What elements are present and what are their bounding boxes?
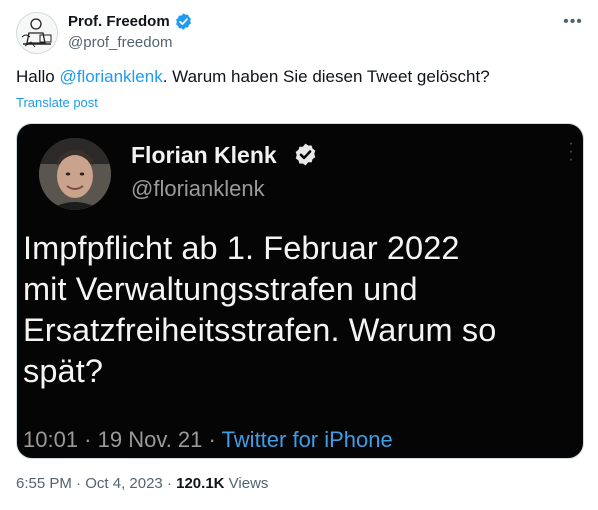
embedded-tweet-meta: 10:01 · 19 Nov. 21 · Twitter for iPhone: [23, 427, 393, 453]
embedded-date: 19 Nov. 21: [97, 427, 203, 452]
embedded-verified-badge-icon: [295, 143, 316, 166]
footer-separator: ·: [162, 475, 177, 492]
embedded-avatar-photo: [39, 138, 111, 210]
post-time[interactable]: 6:55 PM: [16, 475, 72, 492]
tweet-card: Prof. Freedom @prof_freedom ••• Hallo @f…: [0, 0, 598, 510]
views-count: 120.1K: [176, 475, 225, 492]
embedded-time: 10:01: [23, 427, 79, 452]
embedded-separator: ·: [202, 427, 222, 452]
embedded-tweet-screenshot[interactable]: Florian Klenk @florianklenk · · · Impfpfli…: [16, 123, 584, 459]
embedded-text-line: mit Verwaltungsstrafen und: [23, 271, 418, 307]
embedded-text-line: spät?: [23, 353, 104, 389]
embedded-text-line: Ersatzfreiheitsstrafen. Warum so: [23, 312, 497, 348]
avatar[interactable]: [16, 12, 58, 54]
embedded-menu-icon: · · ·: [568, 135, 574, 168]
embedded-avatar: [39, 138, 111, 210]
embedded-author-name: Florian Klenk: [131, 142, 277, 168]
author-handle[interactable]: @prof_freedom: [68, 34, 172, 52]
more-options-icon[interactable]: •••: [562, 14, 584, 30]
tweet-text: Hallo @florianklenk. Warum haben Sie die…: [16, 66, 576, 88]
embedded-source: Twitter for iPhone: [221, 427, 393, 452]
verified-badge-icon: [176, 13, 191, 30]
tweet-text-prefix: Hallo: [16, 67, 60, 86]
mention-link[interactable]: @florianklenk: [59, 67, 162, 86]
embedded-text-line: Impfpflicht ab 1. Februar 2022: [23, 230, 460, 266]
translate-post-link[interactable]: Translate post: [16, 95, 98, 111]
views-label: Views: [228, 475, 269, 492]
avatar-drawing: [17, 13, 57, 53]
footer-separator: ·: [71, 475, 86, 492]
tweet-footer-meta: 6:55 PM · Oct 4, 2023 · 120.1K Views: [16, 475, 268, 493]
author-name[interactable]: Prof. Freedom: [68, 13, 170, 31]
embedded-tweet-text: Impfpflicht ab 1. Februar 2022 mit Verwa…: [23, 228, 579, 392]
embedded-author-handle: @florianklenk: [131, 176, 265, 201]
post-date[interactable]: Oct 4, 2023: [85, 475, 163, 492]
tweet-text-suffix: . Warum haben Sie diesen Tweet gelöscht?: [162, 67, 490, 86]
embedded-separator: ·: [78, 427, 98, 452]
